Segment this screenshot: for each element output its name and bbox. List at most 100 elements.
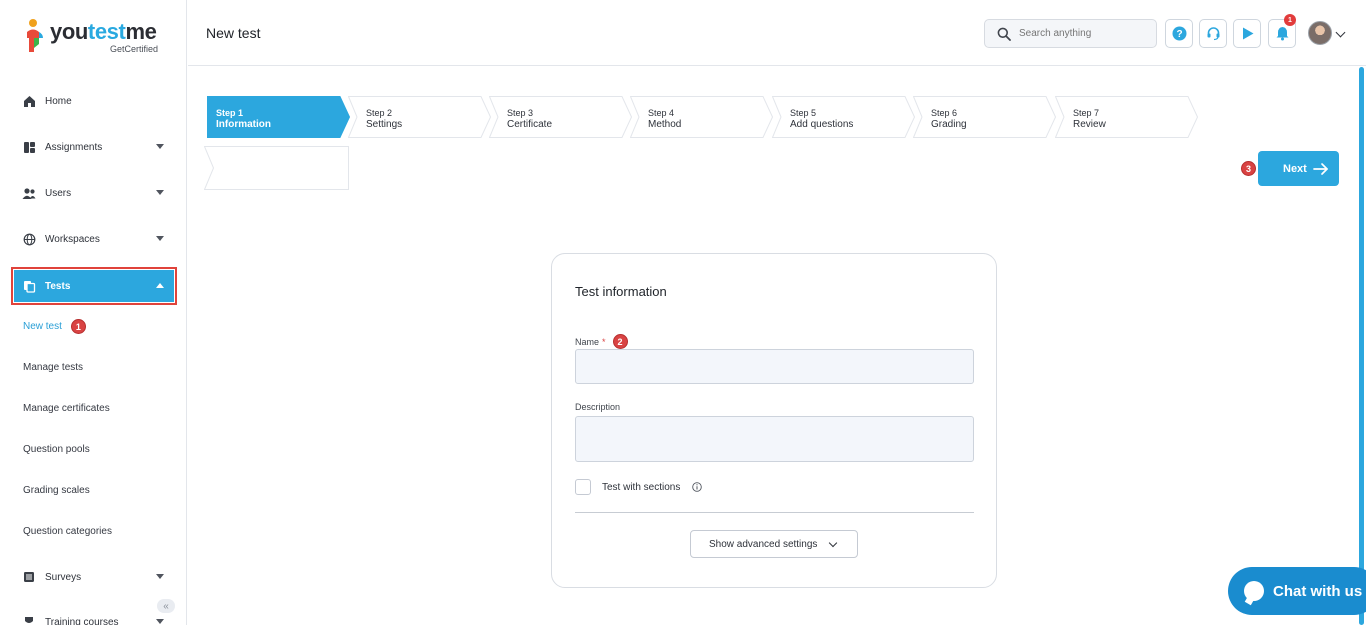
logo[interactable]: youtestme GetCertified bbox=[24, 16, 174, 56]
logo-mark-icon bbox=[27, 19, 43, 52]
divider bbox=[575, 512, 974, 513]
test-with-sections-label: Test with sections bbox=[602, 482, 681, 493]
wizard-step-label: Step 7 Review bbox=[1073, 107, 1106, 131]
sidebar-item-label: Tests bbox=[45, 280, 71, 292]
wizard-step-name: Method bbox=[648, 119, 682, 130]
wizard-step-2[interactable]: Step 2 Settings bbox=[348, 96, 491, 138]
wizard-step-number: Step 7 bbox=[1073, 108, 1100, 118]
notifications-button[interactable]: 1 bbox=[1268, 14, 1296, 48]
step-marker-2: 2 bbox=[612, 334, 628, 349]
wizard-step-1[interactable]: Step 1 Information bbox=[207, 96, 350, 138]
play-icon bbox=[1242, 27, 1253, 40]
surveys-icon bbox=[22, 570, 36, 584]
chat-bubble-icon bbox=[1244, 581, 1264, 601]
sidebar-subitem-question-categories[interactable]: Question categories bbox=[23, 526, 112, 537]
test-with-sections-checkbox[interactable] bbox=[575, 479, 591, 495]
sidebar-subitem-question-pools[interactable]: Question pools bbox=[23, 444, 90, 455]
arrow-right-icon bbox=[1313, 163, 1328, 175]
headset-icon bbox=[1207, 27, 1219, 41]
bell-icon bbox=[1276, 27, 1288, 41]
play-button[interactable] bbox=[1233, 19, 1261, 48]
sidebar-item-home[interactable]: Home bbox=[14, 86, 174, 116]
logo-subtitle: GetCertified bbox=[110, 44, 159, 54]
sidebar-item-assignments[interactable]: Assignments bbox=[14, 132, 174, 162]
sidebar-item-tests[interactable]: Tests bbox=[11, 267, 177, 305]
svg-text:?: ? bbox=[1176, 29, 1182, 40]
sidebar-item-label: Workspaces bbox=[45, 233, 100, 245]
advanced-button-label: Show advanced settings bbox=[709, 538, 818, 550]
wizard-step-7[interactable]: Step 7 Review bbox=[1055, 96, 1198, 138]
chat-widget-button[interactable]: Chat with us bbox=[1228, 567, 1366, 615]
chevron-down-icon bbox=[156, 574, 164, 579]
wizard-step-number: Step 3 bbox=[507, 108, 534, 118]
users-icon bbox=[22, 186, 36, 200]
help-button[interactable]: ? bbox=[1165, 19, 1193, 48]
notification-count-badge: 1 bbox=[1284, 14, 1296, 26]
sidebar-subitem-new-test[interactable]: New test 1 bbox=[23, 319, 86, 334]
required-mark: * bbox=[602, 336, 606, 347]
globe-icon bbox=[22, 232, 36, 246]
page-scrollbar[interactable] bbox=[1359, 67, 1364, 625]
avatar[interactable] bbox=[1308, 21, 1332, 45]
wizard-step-label: Step 4 Method bbox=[648, 107, 681, 131]
sidebar: youtestme GetCertified Home Assignments … bbox=[0, 0, 187, 625]
wizard-step-number: Step 2 bbox=[366, 108, 393, 118]
home-icon bbox=[22, 94, 36, 108]
sidebar-subitem-grading-scales[interactable]: Grading scales bbox=[23, 485, 90, 496]
step-marker-1: 1 bbox=[70, 319, 86, 334]
wizard-step-label: Step 1 Information bbox=[216, 107, 271, 131]
search-input[interactable] bbox=[1019, 28, 1139, 39]
page-title: New test bbox=[206, 25, 261, 41]
next-button-label: Next bbox=[1283, 162, 1307, 175]
sidebar-subitem-manage-tests[interactable]: Manage tests bbox=[23, 362, 83, 373]
show-advanced-settings-button[interactable]: Show advanced settings bbox=[690, 530, 858, 558]
sidebar-item-workspaces[interactable]: Workspaces bbox=[14, 224, 174, 254]
sidebar-item-label: Training courses bbox=[45, 616, 119, 625]
chevron-down-icon bbox=[156, 236, 164, 241]
sidebar-item-training-courses[interactable]: Training courses bbox=[14, 607, 174, 625]
chevron-down-icon bbox=[156, 144, 164, 149]
sidebar-subitem-label: Manage tests bbox=[23, 362, 84, 373]
chevron-up-icon bbox=[156, 283, 164, 288]
sidebar-subitem-label: Question pools bbox=[23, 444, 90, 455]
name-field[interactable] bbox=[575, 349, 974, 384]
sidebar-subitem-manage-certificates[interactable]: Manage certificates bbox=[23, 403, 110, 414]
step-marker-3: 3 bbox=[1241, 161, 1256, 176]
sidebar-item-label: Home bbox=[45, 95, 72, 107]
sidebar-item-label: Assignments bbox=[45, 141, 103, 153]
chevron-down-icon[interactable] bbox=[1335, 27, 1346, 38]
wizard-step-number: Step 6 bbox=[931, 108, 958, 118]
wizard-step-number: Step 5 bbox=[790, 108, 817, 118]
test-information-card: Test information Name * 2 Description Te… bbox=[551, 253, 997, 588]
training-icon bbox=[22, 615, 36, 625]
wizard-step-4[interactable]: Step 4 Method bbox=[630, 96, 773, 138]
sidebar-subitem-label: Grading scales bbox=[23, 485, 90, 496]
description-field-label: Description bbox=[575, 402, 621, 412]
wizard-step-name: Review bbox=[1073, 119, 1106, 130]
next-button[interactable]: Next bbox=[1258, 151, 1339, 186]
wizard-step-name: Settings bbox=[366, 119, 403, 130]
chevron-down-icon bbox=[828, 538, 838, 548]
tests-icon bbox=[22, 279, 36, 293]
chat-label: Chat with us bbox=[1273, 582, 1363, 600]
sidebar-subitem-label: Manage certificates bbox=[23, 403, 110, 414]
search-box[interactable] bbox=[984, 19, 1157, 48]
wizard-step-name: Information bbox=[216, 119, 271, 130]
info-icon[interactable] bbox=[692, 482, 702, 492]
chevron-down-icon bbox=[156, 619, 164, 624]
wizard-step-label: Step 5 Add questions bbox=[790, 107, 853, 131]
sidebar-subitem-label: New test bbox=[23, 321, 62, 332]
wizard-step-number: Step 1 bbox=[216, 108, 244, 118]
wizard-step-6[interactable]: Step 6 Grading bbox=[913, 96, 1056, 138]
wizard-overflow-placeholder bbox=[204, 146, 349, 190]
wizard-step-number: Step 4 bbox=[648, 108, 675, 118]
wizard-step-name: Add questions bbox=[790, 119, 854, 130]
wizard-step-3[interactable]: Step 3 Certificate bbox=[489, 96, 632, 138]
wizard-step-5[interactable]: Step 5 Add questions bbox=[772, 96, 915, 138]
sidebar-item-label: Surveys bbox=[45, 571, 82, 583]
description-field[interactable] bbox=[575, 416, 974, 462]
logo-text: youtestme bbox=[50, 19, 157, 44]
sidebar-item-users[interactable]: Users bbox=[14, 178, 174, 208]
sidebar-item-surveys[interactable]: Surveys bbox=[14, 562, 174, 592]
support-button[interactable] bbox=[1199, 19, 1227, 48]
